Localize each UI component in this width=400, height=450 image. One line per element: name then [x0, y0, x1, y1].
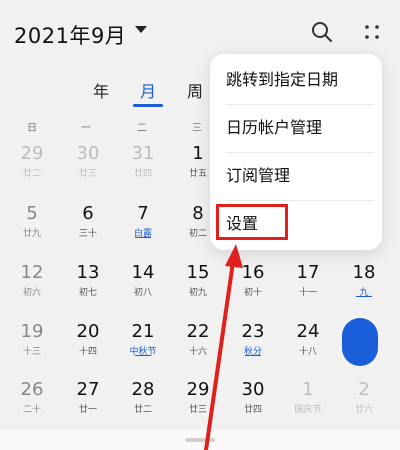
- lunar-date: 初六: [22, 288, 41, 298]
- day-number: 28: [131, 379, 155, 400]
- day-number: 30: [76, 143, 100, 164]
- lunar-date: 初十: [243, 288, 262, 298]
- festival-underline: [245, 355, 261, 356]
- day-number: 16: [241, 262, 265, 283]
- weekday-label: 一: [81, 123, 91, 134]
- search-icon[interactable]: [310, 20, 334, 44]
- festival-underline: [135, 237, 151, 238]
- festival-underline: [356, 296, 372, 297]
- lunar-date: 三十: [78, 229, 97, 239]
- day-cell[interactable]: 20 十四: [66, 321, 110, 367]
- day-number: 23: [241, 321, 265, 342]
- day-number: 20: [76, 321, 100, 342]
- day-cell[interactable]: 13 初七: [66, 262, 110, 308]
- menu-divider: [226, 152, 374, 153]
- day-cell[interactable]: 21 中秋节: [121, 321, 165, 367]
- day-cell[interactable]: 1 国庆节: [286, 379, 330, 425]
- lunar-date: 廿三: [188, 405, 207, 415]
- day-cell[interactable]: 14 初八: [121, 262, 165, 308]
- day-number: 19: [20, 321, 44, 342]
- lunar-date: 初九: [188, 288, 207, 298]
- day-number: 31: [131, 143, 155, 164]
- day-number: 26: [20, 379, 44, 400]
- lunar-date: 十一: [298, 288, 317, 298]
- day-number: 1: [302, 379, 314, 400]
- day-cell[interactable]: 5 廿九: [10, 203, 54, 249]
- menu-item-calendar-accounts[interactable]: 日历帐户管理: [226, 108, 376, 148]
- day-cell[interactable]: 26 二十: [10, 379, 54, 425]
- day-cell[interactable]: 27 廿一: [66, 379, 110, 425]
- lunar-date: 十三: [22, 347, 41, 357]
- day-number: 22: [186, 321, 210, 342]
- day-number: 29: [20, 143, 44, 164]
- lunar-date: 十八: [298, 347, 317, 357]
- day-number: 30: [241, 379, 265, 400]
- day-cell[interactable]: 30 廿三: [66, 143, 110, 189]
- day-number: 2: [358, 379, 370, 400]
- today-indicator: [342, 318, 378, 366]
- tab-week[interactable]: 周: [187, 78, 203, 102]
- annotation-highlight-box: [216, 204, 288, 240]
- chevron-down-icon[interactable]: [135, 26, 147, 33]
- lunar-date: 廿九: [22, 229, 41, 239]
- weekday-label: 二: [137, 123, 147, 134]
- lunar-date: 廿二: [133, 405, 152, 415]
- day-cell[interactable]: 16 初十: [231, 262, 275, 308]
- tab-year[interactable]: 年: [93, 78, 109, 102]
- day-number: 12: [20, 262, 44, 283]
- drag-handle[interactable]: [185, 438, 215, 442]
- day-cell[interactable]: 29 廿二: [10, 143, 54, 189]
- lunar-date: 廿六: [354, 405, 373, 415]
- lunar-date: 初八: [133, 288, 152, 298]
- menu-item-jump-to-date[interactable]: 跳转到指定日期: [226, 60, 376, 100]
- day-number: 29: [186, 379, 210, 400]
- day-cell[interactable]: 30 廿四: [231, 379, 275, 425]
- festival-underline: [135, 355, 151, 356]
- day-number: 7: [137, 203, 149, 224]
- menu-item-subscriptions[interactable]: 订阅管理: [226, 156, 376, 196]
- lunar-date: 廿四: [243, 405, 262, 415]
- day-number: 14: [131, 262, 155, 283]
- day-number: 5: [26, 203, 38, 224]
- day-number: 21: [131, 321, 155, 342]
- month-title[interactable]: 2021年9月: [14, 20, 126, 50]
- day-number: 15: [186, 262, 210, 283]
- weekday-label: 日: [27, 123, 37, 134]
- day-cell[interactable]: 28 廿二: [121, 379, 165, 425]
- day-cell[interactable]: 2 廿六: [342, 379, 386, 425]
- day-cell[interactable]: 12 初六: [10, 262, 54, 308]
- lunar-date: 十四: [78, 347, 97, 357]
- more-grid-icon[interactable]: [360, 20, 384, 44]
- lunar-date: 廿一: [78, 405, 97, 415]
- day-cell[interactable]: 6 三十: [66, 203, 110, 249]
- lunar-date: 廿二: [22, 169, 41, 179]
- menu-divider: [226, 104, 374, 105]
- day-number: 24: [296, 321, 320, 342]
- tab-month[interactable]: 月: [140, 78, 156, 102]
- day-cell[interactable]: 23 秋分: [231, 321, 275, 367]
- day-cell[interactable]: 7 白露: [121, 203, 165, 249]
- day-number: 13: [76, 262, 100, 283]
- day-cell[interactable]: 31 廿四: [121, 143, 165, 189]
- day-cell[interactable]: 24 十八: [286, 321, 330, 367]
- calendar-app: 2021年9月 年 月 周 日 一 二 三 29 廿二 30 廿三 31 廿四 1 廿五 5 廿九…: [0, 0, 400, 450]
- lunar-date: 廿四: [133, 169, 152, 179]
- day-number: 6: [82, 203, 94, 224]
- day-cell[interactable]: 18 九: [342, 262, 386, 308]
- day-cell[interactable]: 17 十一: [286, 262, 330, 308]
- lunar-date: 十六: [188, 347, 207, 357]
- lunar-date: 二十: [22, 405, 41, 415]
- menu-divider: [226, 200, 374, 201]
- lunar-date: 廿三: [78, 169, 97, 179]
- day-number: 17: [296, 262, 320, 283]
- tab-active-indicator: [133, 104, 163, 107]
- lunar-date: 国庆节: [294, 405, 322, 415]
- day-cell[interactable]: 22 十六: [176, 321, 220, 367]
- day-cell[interactable]: 15 初九: [176, 262, 220, 308]
- day-number: 27: [76, 379, 100, 400]
- day-cell[interactable]: 29 廿三: [176, 379, 220, 425]
- day-cell[interactable]: 19 十三: [10, 321, 54, 367]
- lunar-date: 初七: [78, 288, 97, 298]
- day-number: 18: [352, 262, 376, 283]
